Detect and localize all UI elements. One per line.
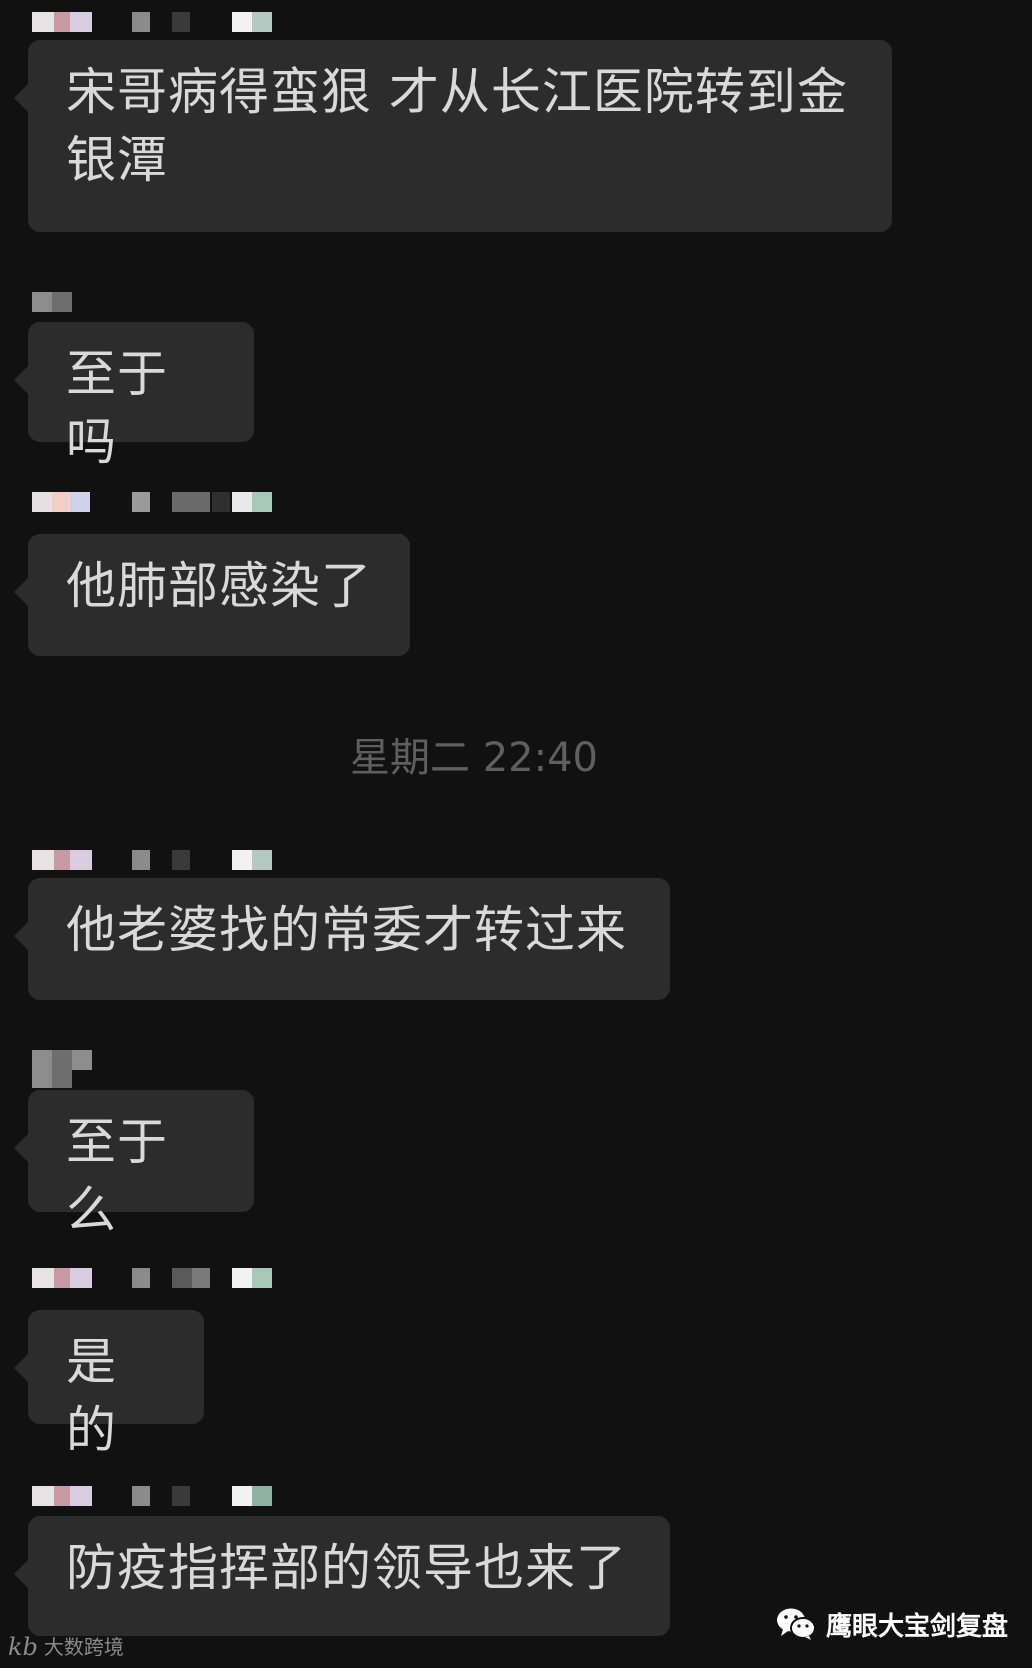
watermark-left: kb 大数跨境 <box>8 1632 124 1662</box>
message-bubble[interactable]: 至于么 <box>14 1090 254 1239</box>
brand-logo-icon: kb <box>8 1633 38 1661</box>
message-bubble[interactable]: 宋哥病得蛮狠 才从长江医院转到金 银潭 <box>14 40 892 232</box>
message-bubble[interactable]: 他肺部感染了 <box>14 534 410 656</box>
wechat-icon <box>776 1607 816 1641</box>
message-bubble[interactable]: 他老婆找的常委才转过来 <box>14 878 670 1000</box>
message-bubble[interactable]: 是的 <box>14 1310 204 1459</box>
watermark-left-text: 大数跨境 <box>43 1635 124 1659</box>
watermark-right-text: 鹰眼大宝剑复盘 <box>826 1611 1009 1642</box>
chat-timestamp: 星期二 22:40 <box>350 735 598 781</box>
message-bubble[interactable]: 防疫指挥部的领导也来了 <box>14 1516 670 1636</box>
message-bubble[interactable]: 至于吗 <box>14 322 254 471</box>
watermark-right: 鹰眼大宝剑复盘 <box>776 1604 1008 1644</box>
